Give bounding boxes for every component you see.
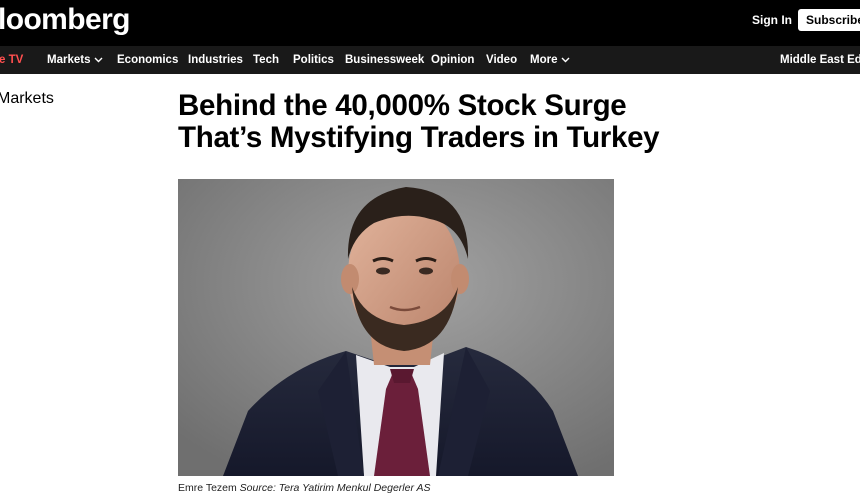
portrait-illustration	[178, 179, 614, 476]
nav-businessweek[interactable]: Businessweek	[345, 46, 424, 74]
subscribe-button[interactable]: Subscribe	[798, 9, 860, 31]
nav-opinion[interactable]: Opinion	[431, 46, 474, 74]
nav-video[interactable]: Video	[486, 46, 517, 74]
nav-markets[interactable]: Markets	[47, 46, 103, 74]
nav-more[interactable]: More	[530, 46, 570, 74]
chevron-down-icon	[94, 57, 103, 63]
chevron-down-icon	[561, 57, 570, 63]
nav-tech[interactable]: Tech	[253, 46, 279, 74]
article-headline: Behind the 40,000% Stock Surge That’s My…	[178, 90, 738, 154]
nav-industries[interactable]: Industries	[188, 46, 243, 74]
article-photo	[178, 179, 614, 476]
headline-line-1: Behind the 40,000% Stock Surge	[178, 89, 627, 122]
nav-politics[interactable]: Politics	[293, 46, 334, 74]
nav-economics[interactable]: Economics	[117, 46, 178, 74]
main-nav: e TV Markets Economics Industries Tech P…	[0, 46, 860, 74]
bloomberg-logo[interactable]: loomberg	[0, 3, 130, 37]
sign-in-link[interactable]: Sign In	[752, 13, 792, 27]
nav-markets-label: Markets	[47, 54, 91, 66]
headline-line-2: That’s Mystifying Traders in Turkey	[178, 121, 660, 154]
caption-source: Source: Tera Yatirim Menkul Degerler AS	[239, 482, 431, 494]
nav-more-label: More	[530, 54, 558, 66]
caption-name: Emre Tezem	[178, 482, 237, 494]
nav-middle-east-edition[interactable]: Middle East Editi	[780, 46, 860, 74]
nav-live-tv[interactable]: e TV	[0, 46, 23, 74]
site-header: loomberg Sign In Subscribe	[0, 0, 860, 46]
section-label[interactable]: Markets	[0, 90, 54, 108]
photo-caption: Emre Tezem Source: Tera Yatirim Menkul D…	[178, 482, 431, 494]
